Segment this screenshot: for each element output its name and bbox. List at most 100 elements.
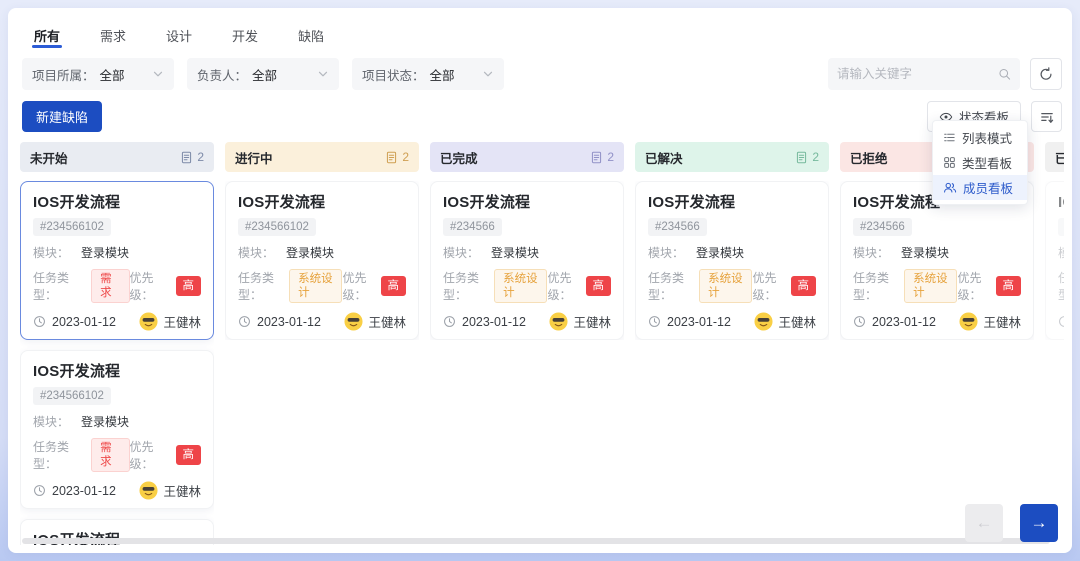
column-count: 2 bbox=[180, 150, 204, 164]
assignee-name: 王健林 bbox=[368, 312, 406, 331]
assignee-group: 王健林 bbox=[754, 312, 816, 331]
task-id-badge: #234566 bbox=[443, 218, 502, 236]
column-title: 已拒绝 bbox=[850, 148, 888, 167]
clock-icon bbox=[238, 315, 251, 328]
tab-item[interactable]: 缺陷 bbox=[296, 22, 326, 52]
avatar bbox=[959, 312, 978, 331]
list-icon bbox=[943, 131, 956, 144]
module-label: 模块： bbox=[238, 244, 274, 261]
tab-item[interactable]: 所有 bbox=[32, 22, 62, 52]
task-card[interactable]: IOS开发流程#234566模块：登录模块任务类型：系统设计优先级：高2023-… bbox=[430, 181, 624, 340]
new-defect-button[interactable]: 新建缺陷 bbox=[22, 101, 102, 132]
view-menu-item[interactable]: 类型看板 bbox=[933, 150, 1027, 175]
task-date: 2023-01-12 bbox=[257, 315, 321, 329]
module-label: 模块： bbox=[33, 413, 69, 430]
tab-item[interactable]: 设计 bbox=[164, 22, 194, 52]
assignee-name: 王健林 bbox=[983, 312, 1021, 331]
badge-row: 任务类型：系统设计优先级：高 bbox=[853, 269, 1021, 303]
type-group: 任务类型：系统设计 bbox=[238, 269, 342, 303]
card-footer: 2023-01-12 王健林 bbox=[238, 312, 406, 331]
filter-select[interactable]: 项目状态：全部 bbox=[352, 58, 504, 90]
priority-label: 优先级： bbox=[130, 269, 171, 303]
task-card[interactable]: IOS开发流程#234566102模块：登录模块任务类型：需求优先级：高2023… bbox=[20, 350, 214, 509]
filter-group: 项目所属：全部负责人：全部项目状态：全部 bbox=[22, 58, 504, 90]
task-id-badge: #234566102 bbox=[33, 387, 111, 405]
kanban-column: 已解决2IOS开发流程#234566模块：登录模块任务类型：系统设计优先级：高2… bbox=[635, 142, 829, 545]
tab-item[interactable]: 开发 bbox=[230, 22, 260, 52]
assignee-group: 王健林 bbox=[139, 312, 201, 331]
clock-icon bbox=[1058, 315, 1064, 328]
clock-icon bbox=[853, 315, 866, 328]
tab-bar: 所有 需求 设计 开发 缺陷 bbox=[16, 18, 1064, 52]
view-options-icon bbox=[1040, 110, 1054, 124]
type-badge: 系统设计 bbox=[904, 269, 957, 303]
priority-label: 优先级： bbox=[752, 269, 785, 303]
module-label: 模块： bbox=[443, 244, 479, 261]
module-row: 模块：登录模块 bbox=[33, 244, 201, 261]
horizontal-scrollbar[interactable] bbox=[22, 538, 1050, 544]
module-value: 登录模块 bbox=[81, 413, 129, 430]
task-card[interactable]: IOS开发流程#234566模块：登录模块任务类型：系统设计优先级：高2023-… bbox=[635, 181, 829, 340]
module-row: 模块： 登录模块 bbox=[443, 244, 611, 261]
module-value: 登录模块 bbox=[491, 244, 539, 261]
search-input[interactable] bbox=[837, 67, 998, 81]
clock-icon bbox=[648, 315, 661, 328]
clock-icon bbox=[33, 315, 46, 328]
task-date: 2023-01-12 bbox=[52, 315, 116, 329]
view-menu-item[interactable]: 列表模式 bbox=[933, 125, 1027, 150]
task-card[interactable]: IOS开发流程#234566102模块：登录模块任务类型：系统设计优先级：高20… bbox=[225, 181, 419, 340]
assignee-group: 王健林 bbox=[549, 312, 611, 331]
type-label: 任务类型： bbox=[33, 269, 86, 303]
column-count: 2 bbox=[590, 150, 614, 164]
filter-row: 项目所属：全部负责人：全部项目状态：全部 bbox=[16, 58, 1064, 90]
date-group: 2023-01-12 bbox=[238, 315, 321, 329]
task-id-badge: #234566102 bbox=[238, 218, 316, 236]
clock-icon bbox=[443, 315, 456, 328]
type-label: 任务类型： bbox=[853, 269, 899, 303]
badge-row: 任务类型：系统设计优先级：高 bbox=[1058, 269, 1064, 303]
type-label: 任务类型： bbox=[1058, 269, 1064, 303]
reset-button[interactable] bbox=[1030, 58, 1062, 90]
priority-label: 优先级： bbox=[547, 269, 580, 303]
toolbar-row: 新建缺陷 状态看板 bbox=[16, 101, 1064, 132]
module-value: 登录模块 bbox=[696, 244, 744, 261]
module-row: 模块： 登录模块 bbox=[33, 413, 201, 430]
assignee-name: 王健林 bbox=[163, 312, 201, 331]
view-switch-button[interactable] bbox=[1031, 101, 1062, 132]
badge-row: 任务类型：需求优先级：高 bbox=[33, 438, 201, 472]
tab-item[interactable]: 需求 bbox=[98, 22, 128, 52]
assignee-name: 王健林 bbox=[163, 481, 201, 500]
filter-select[interactable]: 项目所属：全部 bbox=[22, 58, 174, 90]
type-group: 任务类型：需求 bbox=[33, 438, 130, 472]
task-title: IOS开发流程 bbox=[33, 191, 201, 212]
priority-badge: 高 bbox=[176, 276, 202, 296]
type-label: 任务类型： bbox=[238, 269, 284, 303]
filter-label: 负责人： bbox=[197, 65, 247, 84]
view-menu-label: 列表模式 bbox=[962, 128, 1012, 147]
priority-label: 优先级： bbox=[130, 438, 171, 472]
app-panel: 所有需求设计开发缺陷 项目所属：全部负责人：全部项目状态：全部 新建缺陷 bbox=[8, 8, 1072, 553]
column-count: 2 bbox=[385, 150, 409, 164]
filter-select[interactable]: 负责人： 全部 bbox=[187, 58, 339, 90]
task-card[interactable]: IOS开发流程#234566102模块：登录模块任务类型：需求优先级：高2023… bbox=[20, 181, 214, 340]
filter-value: 全部 bbox=[430, 65, 482, 84]
module-label: 模块： bbox=[1058, 244, 1064, 261]
priority-badge: 高 bbox=[586, 276, 612, 296]
document-icon bbox=[180, 151, 193, 164]
column-count-value: 2 bbox=[197, 150, 204, 164]
column-header: 已关闭 bbox=[1045, 142, 1064, 172]
task-title: IOS开发流程 bbox=[238, 191, 406, 212]
task-card[interactable]: IOS开发流程#234566模块：登录模块任务类型：系统设计优先级：高2023-… bbox=[1045, 181, 1064, 340]
column-body: IOS开发流程#234566102模块：登录模块任务类型：需求优先级：高2023… bbox=[20, 181, 214, 545]
view-menu-item[interactable]: 成员看板 bbox=[933, 175, 1027, 200]
task-id-row: #234566 bbox=[853, 212, 1021, 236]
column-body: IOS开发流程#234566模块：登录模块任务类型：系统设计优先级：高2023-… bbox=[635, 181, 829, 340]
column-count: 2 bbox=[795, 150, 819, 164]
column-title: 已完成 bbox=[440, 148, 478, 167]
prev-column-button[interactable]: ← bbox=[965, 504, 1003, 542]
search-icon bbox=[998, 67, 1011, 81]
next-column-button[interactable]: → bbox=[1020, 504, 1058, 542]
filter-value: 全部 bbox=[252, 65, 317, 84]
view-menu: 列表模式类型看板成员看板 bbox=[932, 120, 1028, 205]
priority-group: 优先级：高 bbox=[752, 269, 816, 303]
